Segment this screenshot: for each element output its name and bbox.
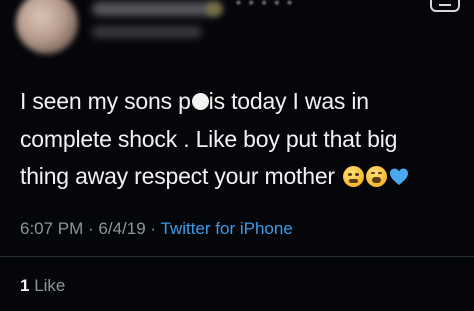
menu-line-icon: [439, 4, 451, 6]
tweet-text-part: thing away respect your mother: [20, 163, 335, 189]
tweet-text: I seen my sons p is today I was in comple…: [20, 83, 460, 196]
blue-heart-emoji-icon: [389, 167, 409, 187]
tweet-time: 6:07 PM: [20, 219, 84, 238]
more-menu-button[interactable]: [430, 0, 460, 12]
blurred-username[interactable]: [92, 26, 202, 38]
tired-face-emoji-icon: [366, 166, 388, 187]
censor-dot-icon: [191, 93, 209, 110]
blurred-badge-icon: [206, 2, 222, 16]
grimacing-face-emoji-icon: [343, 166, 365, 187]
blurred-top-text: • • • • •: [236, 0, 295, 10]
blurred-display-name[interactable]: [92, 2, 222, 16]
likes-label: Like: [29, 276, 66, 295]
tweet-source-link[interactable]: Twitter for iPhone: [161, 219, 293, 238]
tweet-header: • • • • •: [0, 0, 474, 60]
tweet-line-1: I seen my sons p is today I was in: [20, 83, 460, 121]
likes-link[interactable]: 1 Like: [20, 276, 65, 296]
meta-separator: ·: [83, 219, 99, 238]
tweet-text-part: is today I was in: [208, 88, 369, 114]
meta-separator: ·: [145, 219, 161, 238]
tweet-line-2: complete shock . Like boy put that big: [20, 125, 398, 152]
divider: [0, 256, 474, 257]
tweet-text-part: I seen my sons p: [20, 88, 191, 114]
tweet-date: 6/4/19: [98, 219, 146, 238]
tweet-line-3: thing away respect your mother: [20, 158, 460, 196]
avatar[interactable]: [16, 0, 78, 54]
tweet-meta: 6:07 PM · 6/4/19 · Twitter for iPhone: [20, 219, 293, 239]
